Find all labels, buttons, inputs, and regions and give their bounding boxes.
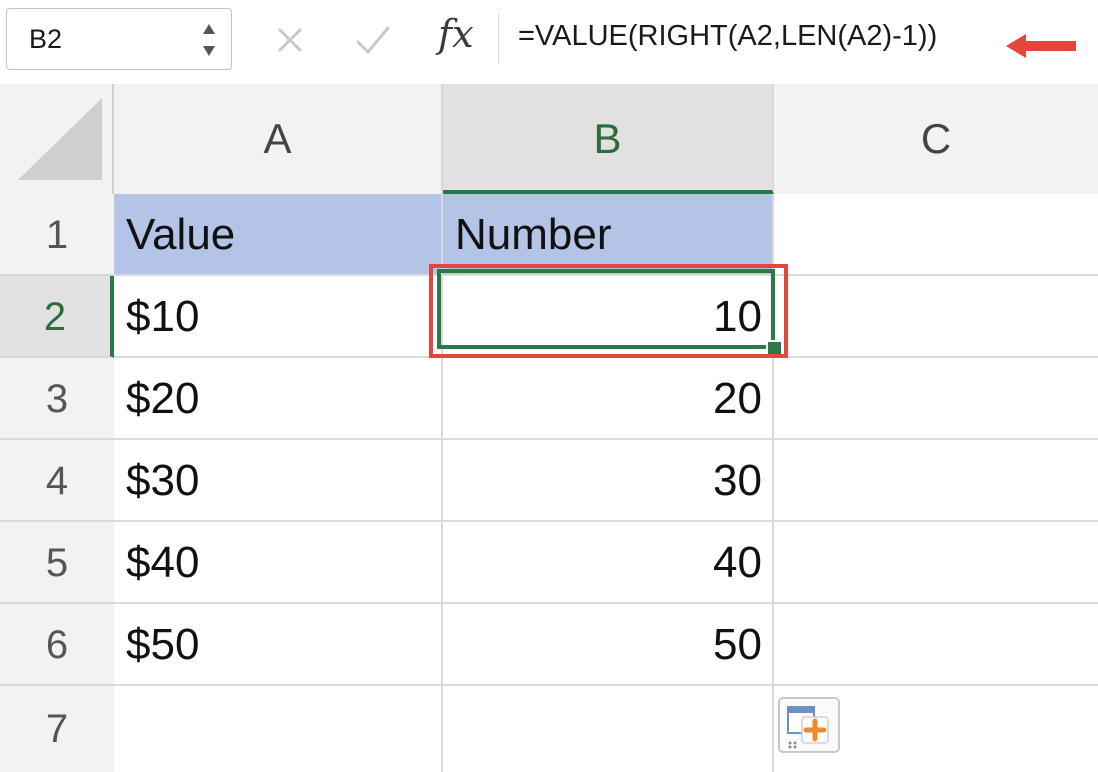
row-header-6[interactable]: 6 — [0, 604, 114, 686]
cell-a7[interactable] — [114, 686, 443, 772]
cell-a2[interactable]: $10 — [114, 276, 443, 358]
cell-b5[interactable]: 40 — [443, 522, 774, 604]
name-box-value: B2 — [29, 24, 63, 54]
cell-a1[interactable]: Value — [114, 194, 443, 276]
cell-c6[interactable] — [774, 604, 1098, 686]
cell-b7[interactable] — [443, 686, 774, 772]
cell-c5[interactable] — [774, 522, 1098, 604]
cell-c2[interactable] — [774, 276, 1098, 358]
cell-b3[interactable]: 20 — [443, 358, 774, 440]
cell-c1[interactable] — [774, 194, 1098, 276]
cell-a6[interactable]: $50 — [114, 604, 443, 686]
row-header-4[interactable]: 4 — [0, 440, 114, 522]
cell-b6[interactable]: 50 — [443, 604, 774, 686]
formula-bar-divider — [498, 14, 499, 64]
row-header-3[interactable]: 3 — [0, 358, 114, 440]
row-header-5[interactable]: 5 — [0, 522, 114, 604]
select-all-triangle-icon — [18, 84, 114, 194]
paste-options-button[interactable] — [778, 697, 840, 753]
column-header-b[interactable]: B — [443, 84, 774, 194]
cell-b1[interactable]: Number — [443, 194, 774, 276]
cell-c3[interactable] — [774, 358, 1098, 440]
row-header-1[interactable]: 1 — [0, 194, 114, 276]
fill-handle[interactable] — [766, 340, 783, 357]
select-all-corner[interactable] — [0, 84, 114, 194]
close-icon[interactable] — [270, 20, 310, 60]
cell-a5[interactable]: $40 — [114, 522, 443, 604]
cell-c4[interactable] — [774, 440, 1098, 522]
cell-b2[interactable]: 10 — [443, 276, 774, 358]
formula-input[interactable]: =VALUE(RIGHT(A2,LEN(A2)-1)) — [518, 20, 937, 53]
row-header-7[interactable]: 7 — [0, 686, 114, 772]
cell-a3[interactable]: $20 — [114, 358, 443, 440]
arrow-left-icon — [1006, 34, 1076, 58]
spreadsheet-grid: A B C 1 Value Number 2 $10 10 3 $20 20 4… — [0, 84, 1098, 772]
paste-options-icon — [787, 706, 829, 749]
formula-bar: B2 fx =VALUE(RIGHT(A2,LEN(A2)-1)) — [0, 0, 1098, 85]
name-box[interactable]: B2 — [6, 8, 232, 70]
cell-a4[interactable]: $30 — [114, 440, 443, 522]
cell-b4[interactable]: 30 — [443, 440, 774, 522]
checkmark-icon[interactable] — [352, 20, 394, 60]
fx-icon[interactable]: fx — [438, 12, 474, 56]
name-box-stepper-icon[interactable] — [199, 18, 219, 62]
column-header-a[interactable]: A — [114, 84, 443, 194]
column-header-c[interactable]: C — [774, 84, 1098, 194]
row-header-2[interactable]: 2 — [0, 276, 114, 358]
